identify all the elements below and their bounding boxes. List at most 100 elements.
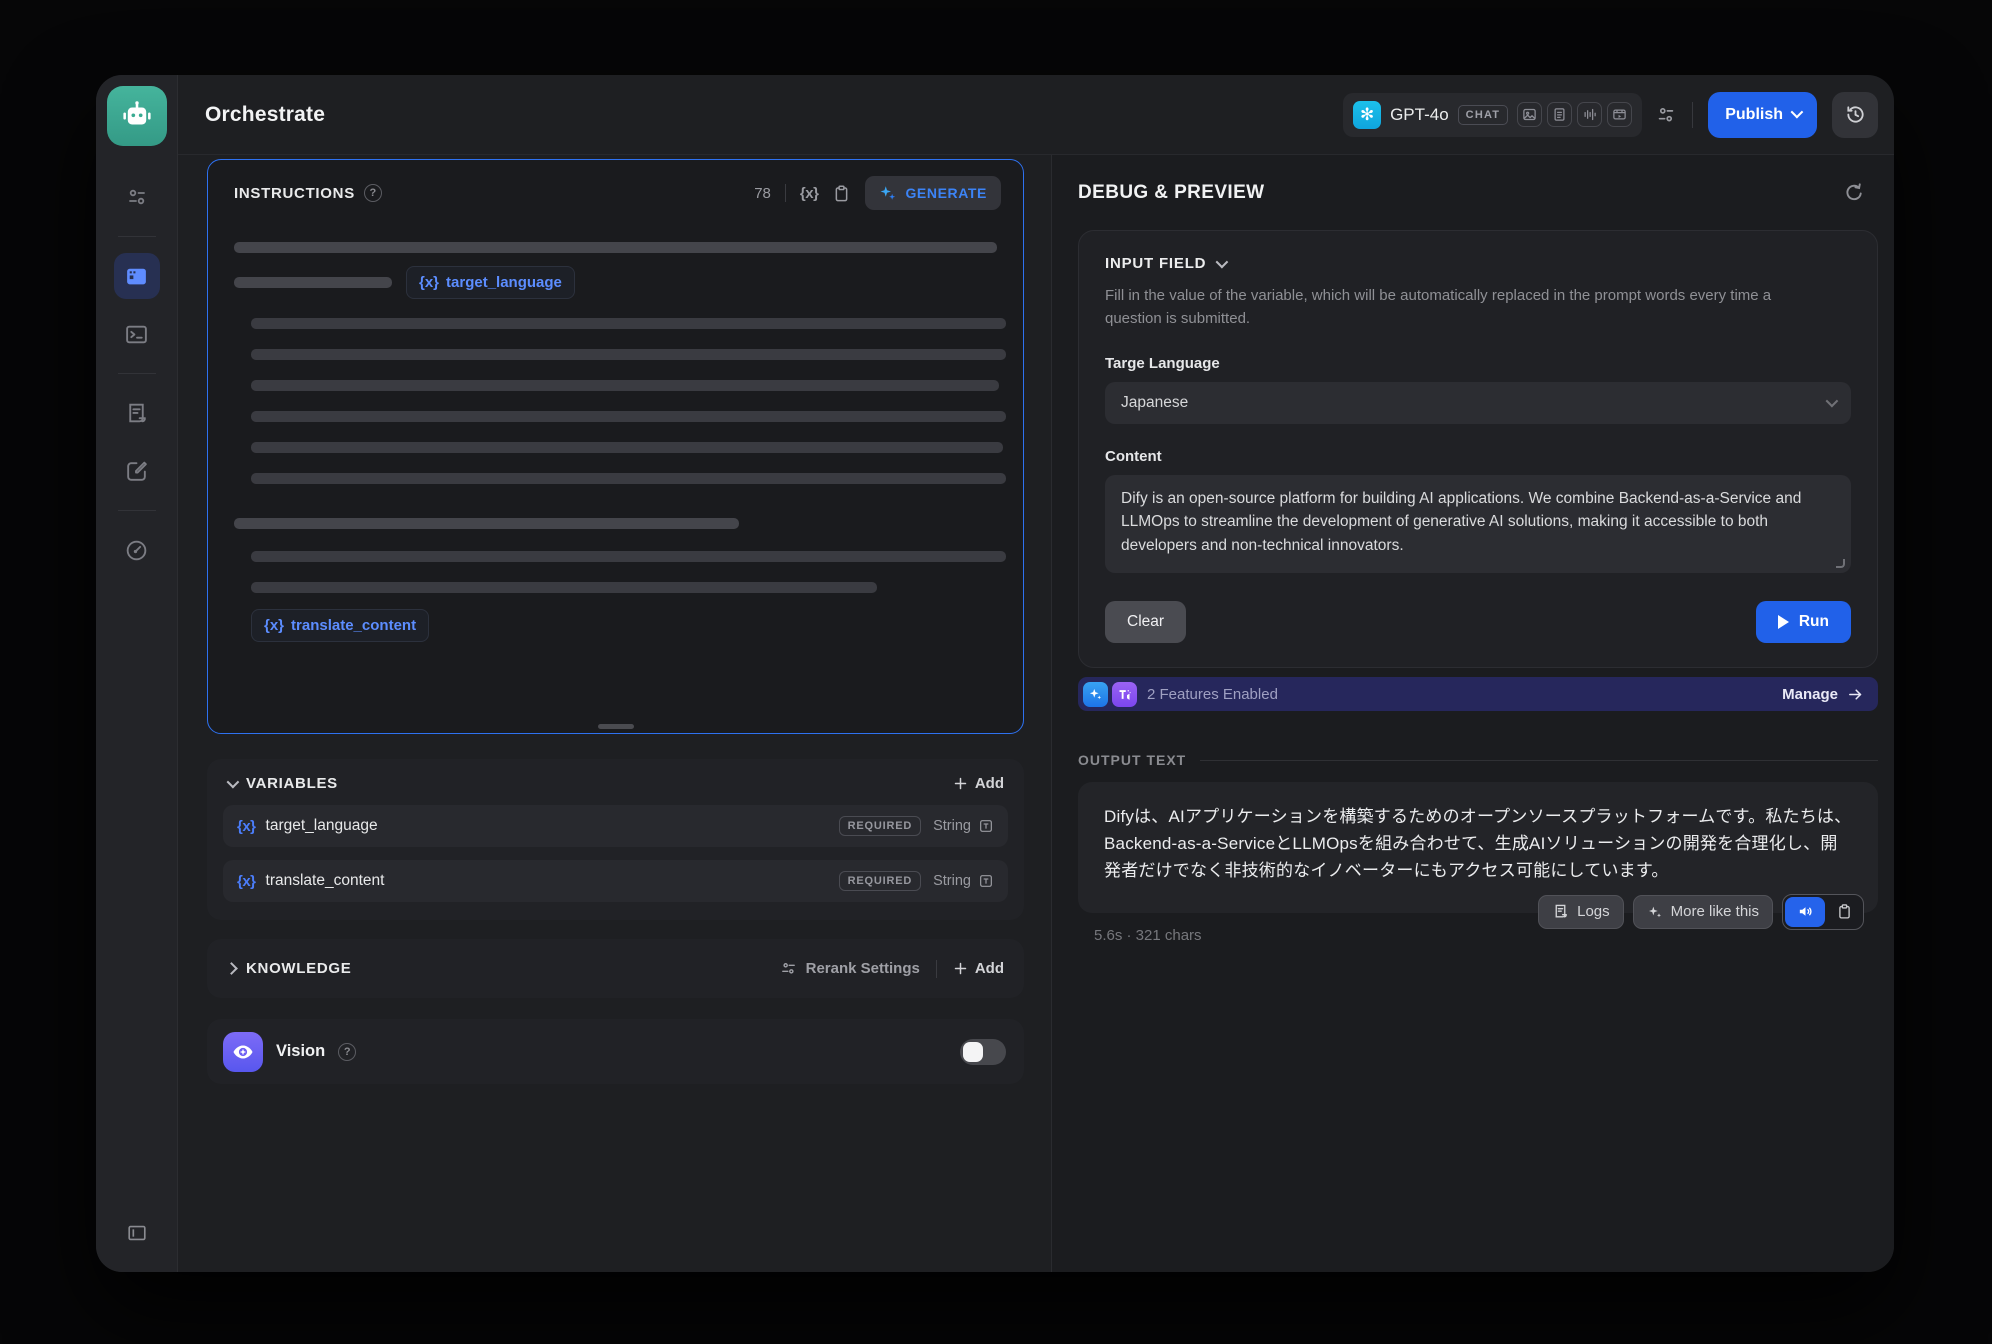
terminal-icon	[124, 322, 149, 347]
required-badge: REQUIRED	[839, 871, 921, 891]
generate-button[interactable]: GENERATE	[865, 176, 1001, 210]
clipboard-icon[interactable]	[832, 184, 851, 203]
variable-type: String	[933, 873, 971, 889]
header-divider	[1692, 102, 1693, 128]
collapse-panel-icon	[126, 1222, 148, 1244]
more-like-this-label: More like this	[1671, 903, 1759, 920]
string-type-icon[interactable]	[978, 818, 994, 834]
refresh-icon[interactable]	[1843, 181, 1866, 204]
more-like-this-button[interactable]: More like this	[1633, 895, 1773, 929]
content-textarea[interactable]: Dify is an open-source platform for buil…	[1105, 475, 1851, 574]
play-icon	[1778, 615, 1789, 629]
input-field-title: INPUT FIELD	[1105, 255, 1206, 272]
toggle-knob	[963, 1042, 983, 1062]
speaker-icon	[1797, 903, 1814, 920]
instructions-editor[interactable]: INSTRUCTIONS ? 78 {x}	[207, 159, 1024, 734]
add-label: Add	[975, 960, 1004, 977]
variable-row-translate-content[interactable]: {x} translate_content REQUIRED String	[223, 860, 1008, 902]
skeleton-line	[251, 411, 1006, 422]
output-text-label: OUTPUT TEXT	[1078, 752, 1186, 768]
sidebar	[96, 75, 178, 1272]
tuning-icon	[125, 185, 149, 209]
top-header: Orchestrate ✻ GPT-4o CHAT	[178, 75, 1894, 155]
variable-icon: {x}	[419, 274, 439, 291]
language-select[interactable]: Japanese	[1105, 382, 1851, 424]
variable-chip-translate-content[interactable]: {x} translate_content	[251, 609, 429, 642]
run-label: Run	[1799, 613, 1829, 631]
insert-variable-icon[interactable]: {x}	[800, 185, 819, 202]
variable-row-target-language[interactable]: {x} target_language REQUIRED String	[223, 805, 1008, 847]
resize-handle[interactable]	[598, 724, 634, 729]
sparkle-feature-icon	[1083, 682, 1108, 707]
logs-label: Logs	[1577, 903, 1610, 920]
char-count: 78	[754, 185, 771, 202]
plus-icon	[953, 961, 968, 976]
app-avatar[interactable]	[107, 86, 167, 146]
arrow-right-icon	[1847, 686, 1864, 703]
logs-icon	[124, 401, 149, 426]
language-select-value: Japanese	[1121, 394, 1188, 412]
logs-icon	[1552, 903, 1569, 920]
audio-capability-icon	[1577, 102, 1602, 127]
toolbar-divider	[936, 960, 937, 978]
help-icon[interactable]: ?	[364, 184, 382, 202]
variable-chip-label: target_language	[446, 274, 562, 291]
string-type-icon[interactable]	[978, 873, 994, 889]
skeleton-line	[251, 380, 999, 391]
variable-chip-label: translate_content	[291, 617, 416, 634]
document-capability-icon	[1547, 102, 1572, 127]
sidebar-item-tuning[interactable]	[114, 174, 160, 220]
openai-logo-icon: ✻	[1353, 101, 1381, 129]
speaker-button[interactable]	[1785, 897, 1825, 927]
model-selector[interactable]: ✻ GPT-4o CHAT	[1343, 93, 1642, 137]
sidebar-item-annotation[interactable]	[114, 448, 160, 494]
variable-chip-target-language[interactable]: {x} target_language	[406, 266, 575, 299]
skeleton-line	[251, 582, 877, 593]
clipboard-icon	[1836, 903, 1853, 920]
sidebar-divider	[118, 236, 156, 237]
chevron-down-icon[interactable]	[227, 776, 240, 789]
orchestrate-icon	[124, 264, 149, 289]
variable-icon: {x}	[237, 818, 256, 835]
manage-features-button[interactable]: Manage	[1782, 686, 1864, 703]
add-knowledge-button[interactable]: Add	[953, 960, 1004, 977]
publish-button[interactable]: Publish	[1708, 92, 1817, 138]
page-title: Orchestrate	[205, 103, 325, 127]
variable-icon: {x}	[237, 873, 256, 890]
chevron-down-icon	[1791, 105, 1804, 118]
audio-copy-group	[1782, 894, 1864, 930]
input-field-card: INPUT FIELD Fill in the value of the var…	[1078, 230, 1878, 668]
chat-mode-badge: CHAT	[1458, 105, 1509, 125]
help-icon[interactable]: ?	[338, 1043, 356, 1061]
output-text: Difyは、AIアプリケーションを構築するためのオープンソースプラットフォームで…	[1104, 804, 1852, 885]
sidebar-item-monitoring[interactable]	[114, 527, 160, 573]
chevron-right-icon[interactable]	[225, 962, 238, 975]
model-settings-icon[interactable]	[1655, 104, 1677, 126]
rerank-label: Rerank Settings	[806, 960, 920, 977]
resize-grip-icon[interactable]	[1836, 559, 1845, 568]
clear-button[interactable]: Clear	[1105, 601, 1186, 643]
history-button[interactable]	[1832, 92, 1878, 138]
run-button[interactable]: Run	[1756, 601, 1851, 643]
sidebar-divider	[118, 510, 156, 511]
content-field-label: Content	[1105, 448, 1851, 465]
sidebar-item-orchestrate[interactable]	[114, 253, 160, 299]
content-value: Dify is an open-source platform for buil…	[1121, 487, 1835, 558]
variable-icon: {x}	[264, 617, 284, 634]
vision-section: Vision ?	[207, 1019, 1024, 1084]
copy-output-button[interactable]	[1827, 897, 1861, 927]
vision-toggle[interactable]	[960, 1039, 1006, 1065]
features-bar[interactable]: 2 Features Enabled Manage	[1078, 677, 1878, 711]
logs-button[interactable]: Logs	[1538, 895, 1624, 929]
rerank-settings-button[interactable]: Rerank Settings	[780, 960, 920, 977]
debug-preview-panel: DEBUG & PREVIEW INPUT FIELD Fill in the …	[1051, 155, 1894, 1272]
sidebar-item-logs[interactable]	[114, 390, 160, 436]
input-field-header[interactable]: INPUT FIELD	[1105, 255, 1851, 272]
sidebar-item-terminal[interactable]	[114, 311, 160, 357]
output-card: Difyは、AIアプリケーションを構築するためのオープンソースプラットフォームで…	[1078, 782, 1878, 913]
collapse-sidebar-button[interactable]	[126, 1222, 148, 1244]
variables-section: VARIABLES Add {x} target_language	[207, 759, 1024, 920]
model-name: GPT-4o	[1390, 105, 1449, 125]
output-section-header: OUTPUT TEXT	[1078, 752, 1878, 768]
add-variable-button[interactable]: Add	[953, 775, 1004, 792]
